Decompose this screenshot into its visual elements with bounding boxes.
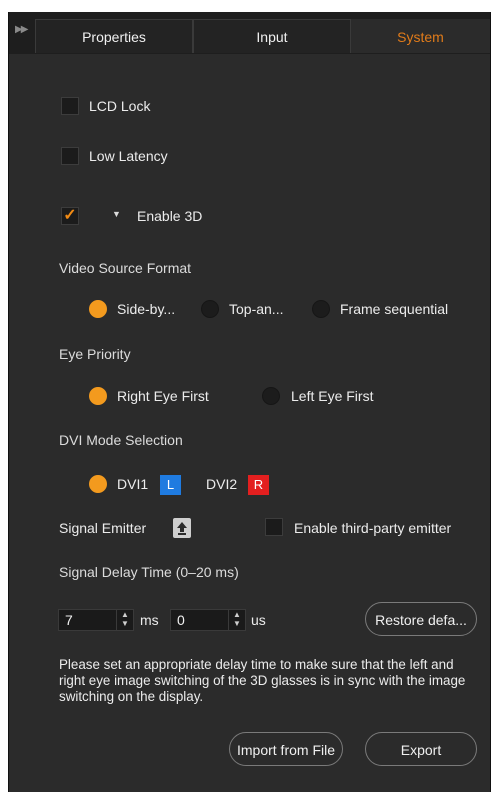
signal-emitter-label: Signal Emitter xyxy=(59,520,147,536)
radio-side-by-side[interactable] xyxy=(89,300,107,318)
dvi2-label: DVI2 xyxy=(206,476,238,492)
collapse-panel-icon[interactable]: ▶▶ xyxy=(15,24,35,40)
delay-us-value: 0 xyxy=(177,612,185,628)
dvi1-left-tag: L xyxy=(160,475,181,495)
spin-arrows-icon[interactable]: ▲ ▼ xyxy=(228,610,245,630)
third-party-emitter-checkbox[interactable] xyxy=(265,518,283,536)
radio-top-and-bottom-label: Top-an... xyxy=(229,301,284,317)
radio-right-eye-first-label: Right Eye First xyxy=(117,388,209,404)
import-from-file-button[interactable]: Import from File xyxy=(229,732,343,766)
dvi-mode-title: DVI Mode Selection xyxy=(59,432,183,448)
tab-properties[interactable]: Properties xyxy=(35,19,193,53)
dvi1-label: DVI1 xyxy=(117,476,149,492)
low-latency-checkbox[interactable] xyxy=(61,147,79,165)
tab-input[interactable]: Input xyxy=(193,19,351,53)
low-latency-label: Low Latency xyxy=(89,148,168,164)
radio-frame-sequential[interactable] xyxy=(312,300,330,318)
delay-ms-unit: ms xyxy=(140,612,159,628)
delay-note-text: Please set an appropriate delay time to … xyxy=(59,657,466,704)
spin-arrows-icon[interactable]: ▲ ▼ xyxy=(116,610,133,630)
radio-top-and-bottom[interactable] xyxy=(201,300,219,318)
export-button[interactable]: Export xyxy=(365,732,477,766)
delay-us-unit: us xyxy=(251,612,266,628)
radio-side-by-side-label: Side-by... xyxy=(117,301,176,317)
eye-priority-title: Eye Priority xyxy=(59,346,131,362)
enable-3d-label: Enable 3D xyxy=(137,208,203,224)
restore-defaults-button[interactable]: Restore defa... xyxy=(365,602,477,636)
radio-left-eye-first-label: Left Eye First xyxy=(291,388,374,404)
radio-right-eye-first[interactable] xyxy=(89,387,107,405)
enable-3d-checkbox[interactable]: ✓ xyxy=(61,207,79,225)
upload-icon[interactable] xyxy=(173,518,191,538)
lcd-lock-label: LCD Lock xyxy=(89,98,151,114)
expand-triangle-icon[interactable]: ▼ xyxy=(112,209,121,219)
tab-bar: ▶▶ Properties Input System xyxy=(9,12,490,54)
radio-frame-sequential-label: Frame sequential xyxy=(340,301,449,317)
tab-system[interactable]: System xyxy=(351,19,490,53)
dvi2-right-tag: R xyxy=(248,475,269,495)
delay-ms-spinbox[interactable]: 7 ▲ ▼ xyxy=(58,609,134,631)
radio-dvi1[interactable] xyxy=(89,475,107,493)
video-source-format-title: Video Source Format xyxy=(59,260,192,276)
delay-us-spinbox[interactable]: 0 ▲ ▼ xyxy=(170,609,246,631)
third-party-emitter-label: Enable third-party emitter xyxy=(294,520,452,536)
system-settings-panel: ▶▶ Properties Input System LCD Lock Low … xyxy=(8,12,491,792)
signal-delay-title: Signal Delay Time (0–20 ms) xyxy=(59,564,239,580)
lcd-lock-checkbox[interactable] xyxy=(61,97,79,115)
radio-left-eye-first[interactable] xyxy=(262,387,280,405)
delay-ms-value: 7 xyxy=(65,612,73,628)
